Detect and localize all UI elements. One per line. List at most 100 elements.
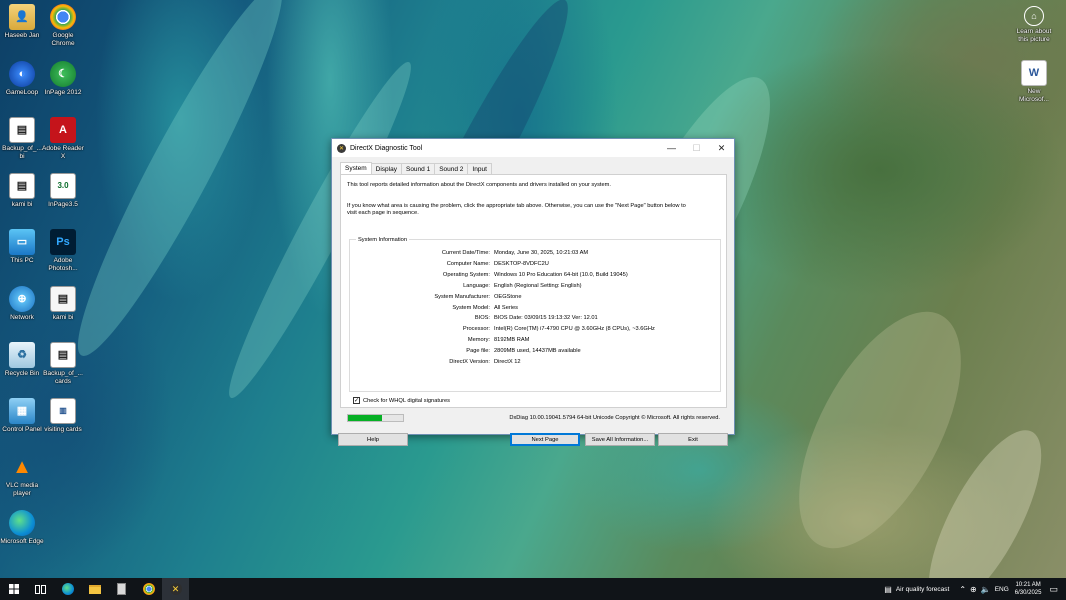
system-info-row: System Manufacturer: OEGStone	[350, 294, 722, 304]
clock-date: 6/30/2025	[1014, 590, 1042, 596]
system-info-key: Memory:	[467, 337, 490, 344]
inpage-icon: 3.0	[50, 173, 76, 199]
help-text-line1: If you know what area is causing the pro…	[347, 203, 686, 209]
close-icon: ✕	[717, 142, 726, 153]
clock-time: 10:21 AM	[1015, 582, 1041, 588]
system-info-list: Current Date/Time: Monday, June 30, 2025,…	[350, 240, 720, 391]
system-info-value: 8192MB RAM	[494, 337, 530, 344]
file-explorer-icon	[88, 584, 101, 594]
task-view-button[interactable]	[27, 578, 54, 600]
desktop-icon-control-panel[interactable]: ▦ Control Panel	[0, 398, 44, 434]
intro-text: This tool reports detailed information a…	[347, 182, 611, 188]
weather-icon[interactable]: ▤	[884, 585, 892, 594]
system-info-row: Memory: 8192MB RAM	[350, 337, 722, 347]
desktop-icon-kami-bi[interactable]: ▤ kami bi	[0, 173, 44, 209]
desktop-icon-recycle-bin[interactable]: ♻ Recycle Bin	[0, 342, 44, 378]
system-info-value: Intel(R) Core(TM) i7-4790 CPU @ 3.60GHz …	[494, 326, 655, 333]
desktop-icon-kami-bi-2[interactable]: ▤ kami bi	[41, 286, 85, 322]
chevron-up-icon[interactable]: ⌃	[959, 585, 966, 594]
system-tray: ▤ Air quality forecast ⌃ ⊕ 🔈 ENG 10:21 A…	[884, 578, 1066, 600]
whql-checkbox[interactable]: ✓	[353, 397, 360, 404]
taskbar-dxdiag[interactable]: ✕	[162, 578, 189, 600]
taskbar: ✕ ▤ Air quality forecast ⌃ ⊕ 🔈 ENG 10:21…	[0, 578, 1066, 600]
taskbar-edge[interactable]	[54, 578, 81, 600]
desktop-icon-photoshop[interactable]: Ps Adobe Photosh...	[41, 229, 85, 273]
desktop-icon-backup-bi[interactable]: ▤ Backup_of_... bi	[0, 117, 44, 161]
desktop-icon-edge[interactable]: Microsoft Edge	[0, 510, 44, 546]
windows-start-icon	[8, 584, 19, 594]
desktop-icon-gameloop[interactable]: ◐ GameLoop	[0, 61, 44, 97]
volume-icon[interactable]: 🔈	[981, 585, 991, 594]
minimize-icon: —	[667, 143, 676, 153]
learn-picture-icon: ⌂	[1024, 6, 1044, 26]
notification-icon[interactable]: ▭	[1049, 584, 1058, 595]
control-panel-icon: ▦	[9, 398, 35, 424]
system-info-row: Current Date/Time: Monday, June 30, 2025,…	[350, 250, 722, 260]
system-info-value: 2809MB used, 14437MB available	[494, 348, 581, 355]
file-shortcut-icon: ▤	[50, 286, 76, 312]
desktop-icon-new-word-doc[interactable]: W New Microsof...	[1012, 60, 1056, 104]
taskbar-calculator[interactable]	[108, 578, 135, 600]
desktop-icon-network[interactable]: ⊕ Network	[0, 286, 44, 322]
close-button[interactable]: ✕	[709, 139, 734, 157]
dxdiag-app-icon: ✕	[337, 143, 346, 153]
system-info-row: DirectX Version: DirectX 12	[350, 359, 722, 369]
taskbar-chrome[interactable]	[135, 578, 162, 600]
tab-system[interactable]: System	[340, 162, 372, 174]
image-file-icon: ▥	[50, 398, 76, 424]
system-info-key: Current Date/Time:	[441, 250, 490, 256]
system-info-key: System Model:	[452, 304, 490, 311]
desktop-icon-vlc[interactable]: ▲ VLC media player	[0, 454, 44, 498]
network-tray-icon[interactable]: ⊕	[970, 585, 977, 594]
progress-fill	[348, 415, 383, 421]
checkmark-icon: ✓	[353, 397, 360, 404]
system-info-row: System Model: All Series	[350, 305, 722, 315]
file-shortcut-icon: ▤	[9, 117, 35, 143]
system-info-row: Page file: 2809MB used, 14437MB available	[350, 348, 722, 358]
system-info-row: Processor: Intel(R) Core(TM) i7-4790 CPU …	[350, 326, 722, 336]
next-page-button[interactable]: Next Page	[510, 433, 580, 446]
help-button[interactable]: Help	[338, 433, 408, 446]
maximize-button[interactable]: ☐	[684, 139, 709, 157]
system-info-value: Windows 10 Pro Education 64-bit (10.0, B…	[494, 271, 628, 278]
desktop-icon-learn-picture[interactable]: ⌂ Learn about this picture	[1012, 6, 1056, 44]
save-all-information-button[interactable]: Save All Information...	[585, 433, 655, 446]
tab-display[interactable]: Display	[370, 163, 402, 174]
vlc-icon: ▲	[12, 456, 32, 478]
minimize-button[interactable]: —	[659, 139, 684, 157]
system-info-value: BIOS Date: 03/09/15 19:13:32 Ver: 12.01	[494, 315, 598, 322]
desktop-icon-visiting-cards[interactable]: ▥ visiting cards	[41, 398, 85, 434]
tab-sound-1[interactable]: Sound 1	[400, 163, 436, 174]
system-info-key: System Manufacturer:	[434, 293, 490, 300]
window-client-area: System Display Sound 1 Sound 2 Input Thi…	[332, 157, 734, 446]
exit-button[interactable]: Exit	[658, 433, 728, 446]
file-shortcut-icon: ▤	[9, 173, 35, 199]
weather-widget[interactable]: Air quality forecast	[896, 586, 949, 593]
desktop-icon-user-folder[interactable]: 👤 Haseeb Jan	[0, 4, 44, 40]
tab-input[interactable]: Input	[467, 163, 492, 174]
chrome-icon	[142, 583, 155, 595]
desktop-icon-adobe-reader[interactable]: A Adobe Reader X	[41, 117, 85, 161]
system-info-row: Computer Name: DESKTOP-8VDFC2U	[350, 261, 722, 271]
dxdiag-window[interactable]: ✕ DirectX Diagnostic Tool — ☐ ✕ System D…	[331, 138, 735, 446]
clock[interactable]: 10:21 AM 6/30/2025	[1015, 581, 1042, 597]
tab-sound-2[interactable]: Sound 2	[434, 163, 469, 174]
start-button[interactable]	[0, 578, 27, 600]
system-info-key: Processor:	[462, 326, 490, 333]
whql-checkbox-row[interactable]: ✓ Check for WHQL digital signatures	[353, 397, 450, 404]
desktop-icon-this-pc[interactable]: ▭ This PC	[0, 229, 44, 265]
taskbar-file-explorer[interactable]	[81, 578, 108, 600]
dxdiag-icon: ✕	[169, 583, 182, 595]
desktop-icon-backup-cards[interactable]: ▤ Backup_of_... cards	[41, 342, 85, 386]
progress-bar	[347, 414, 404, 422]
system-info-key: Operating System:	[442, 271, 490, 278]
window-titlebar[interactable]: ✕ DirectX Diagnostic Tool — ☐ ✕	[332, 139, 734, 157]
language-indicator[interactable]: ENG	[995, 586, 1009, 593]
desktop-icon-inpage35[interactable]: 3.0 InPage3.5	[41, 173, 85, 209]
calculator-icon	[117, 583, 126, 595]
desktop-icon-chrome[interactable]: Google Chrome	[41, 4, 85, 48]
word-document-icon: W	[1021, 60, 1047, 86]
chrome-icon	[50, 4, 76, 30]
desktop-icon-inpage-2012[interactable]: ☾ InPage 2012	[41, 61, 85, 97]
version-text: DxDiag 10.00.19041.5794 64-bit Unicode C…	[509, 415, 720, 421]
